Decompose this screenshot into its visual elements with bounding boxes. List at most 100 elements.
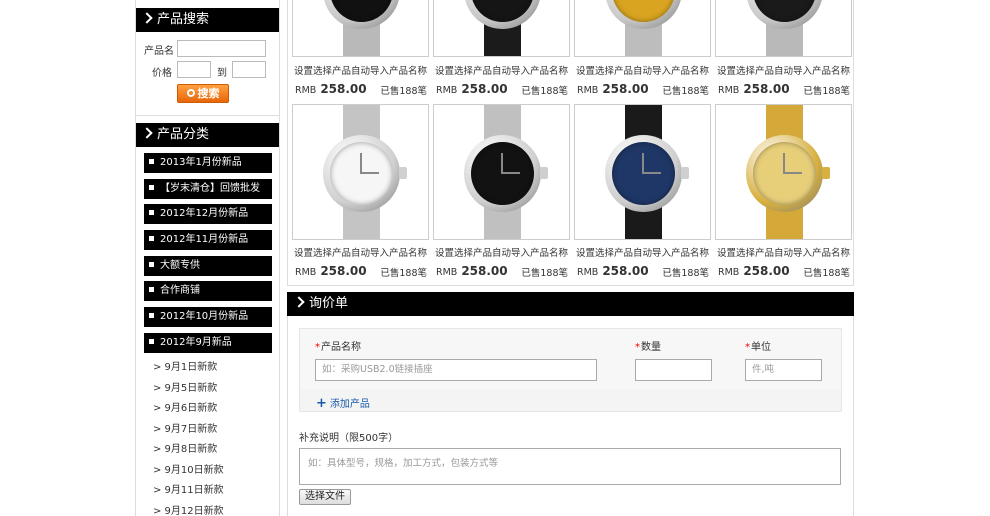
product-price: RMB 258.00 bbox=[577, 82, 649, 96]
left-sidebar: 产品搜索 产品名 价格 到 搜索 产品分类 2013年1月份新品 【岁末清仓】回… bbox=[135, 0, 280, 516]
subcategory-list: > 9月1日新款 > 9月5日新款 > 9月6日新款 > 9月7日新款 > 9月… bbox=[153, 358, 273, 516]
product-price: RMB 258.00 bbox=[295, 82, 367, 96]
category-panel-header: 产品分类 bbox=[136, 123, 279, 147]
sold-count: 已售188笔 bbox=[662, 86, 709, 97]
category-item[interactable]: 2012年11月份新品 bbox=[144, 230, 272, 251]
product-name-link[interactable]: 设置选择产品自动导入产品名称 bbox=[433, 245, 570, 259]
price-currency: RMB bbox=[436, 85, 458, 96]
watch-illustration bbox=[434, 0, 569, 56]
category-item[interactable]: 合作商铺 bbox=[144, 281, 272, 302]
choose-file-button[interactable]: 选择文件 bbox=[299, 489, 351, 505]
product-image[interactable] bbox=[433, 104, 570, 240]
subcategory-link[interactable]: > 9月7日新款 bbox=[153, 420, 273, 441]
watch-hand bbox=[502, 172, 520, 174]
watch-hand bbox=[784, 172, 802, 174]
category-item-label: 2012年12月份新品 bbox=[160, 208, 249, 220]
product-name-link[interactable]: 设置选择产品自动导入产品名称 bbox=[433, 63, 570, 77]
add-product-link[interactable]: + 添加产品 bbox=[316, 395, 370, 411]
watch-hand bbox=[361, 172, 379, 174]
chevron-right-icon bbox=[293, 296, 305, 308]
product-price: RMB 258.00 bbox=[718, 82, 790, 96]
square-bullet-icon bbox=[149, 210, 154, 216]
price-min-input[interactable] bbox=[177, 61, 211, 78]
price-currency: RMB bbox=[295, 267, 317, 278]
watch-illustration bbox=[575, 0, 710, 56]
price-max-input[interactable] bbox=[232, 61, 266, 78]
product-image[interactable] bbox=[292, 104, 429, 240]
product-name-link[interactable]: 设置选择产品自动导入产品名称 bbox=[292, 245, 429, 259]
category-panel-title: 产品分类 bbox=[157, 127, 210, 142]
inquiry-quantity-input[interactable] bbox=[635, 359, 712, 381]
watch-illustration bbox=[716, 0, 851, 56]
category-item[interactable]: 2012年10月份新品 bbox=[144, 307, 272, 328]
price-value: 258.00 bbox=[743, 82, 790, 96]
product-name-link[interactable]: 设置选择产品自动导入产品名称 bbox=[715, 63, 852, 77]
product-name-link[interactable]: 设置选择产品自动导入产品名称 bbox=[574, 245, 711, 259]
price-value: 258.00 bbox=[461, 264, 508, 278]
subcategory-link[interactable]: > 9月11日新款 bbox=[153, 481, 273, 502]
sold-count: 已售188笔 bbox=[380, 268, 427, 279]
product-name-link[interactable]: 设置选择产品自动导入产品名称 bbox=[715, 245, 852, 259]
price-value: 258.00 bbox=[602, 82, 649, 96]
search-button-label: 搜索 bbox=[197, 87, 220, 100]
product-price: RMB 258.00 bbox=[718, 264, 790, 278]
subcategory-link[interactable]: > 9月8日新款 bbox=[153, 440, 273, 461]
watch-crown bbox=[822, 167, 830, 179]
product-name-input[interactable] bbox=[177, 40, 266, 57]
inquiry-title: 询价单 bbox=[309, 296, 349, 311]
square-bullet-icon bbox=[149, 159, 154, 164]
unit-field-label: *单位 bbox=[745, 338, 771, 353]
price-label: 价格 bbox=[152, 68, 172, 79]
subcategory-link[interactable]: > 9月6日新款 bbox=[153, 399, 273, 420]
label-text: 数量 bbox=[641, 342, 661, 353]
product-image[interactable] bbox=[715, 104, 852, 240]
product-image[interactable] bbox=[574, 0, 711, 57]
note-label: 补充说明（限500字） bbox=[299, 433, 399, 444]
subcategory-link[interactable]: > 9月1日新款 bbox=[153, 358, 273, 379]
category-list: 2013年1月份新品 【岁末清仓】回馈批发 2012年12月份新品 2012年1… bbox=[144, 153, 272, 359]
product-image[interactable] bbox=[715, 0, 852, 57]
price-currency: RMB bbox=[718, 267, 740, 278]
square-bullet-icon bbox=[149, 338, 154, 344]
category-item[interactable]: 2012年12月份新品 bbox=[144, 204, 272, 225]
price-currency: RMB bbox=[436, 267, 458, 278]
product-name-link[interactable]: 设置选择产品自动导入产品名称 bbox=[292, 63, 429, 77]
product-image[interactable] bbox=[574, 104, 711, 240]
note-textarea[interactable]: 如：具体型号，规格，加工方式，包装方式等 bbox=[299, 448, 841, 485]
product-image[interactable] bbox=[433, 0, 570, 57]
price-currency: RMB bbox=[577, 85, 599, 96]
watch-illustration bbox=[716, 105, 851, 239]
product-name-field-label: *产品名称 bbox=[315, 338, 361, 353]
category-item-label: 2013年1月份新品 bbox=[160, 157, 242, 168]
subcategory-link[interactable]: > 9月5日新款 bbox=[153, 379, 273, 400]
search-panel: 产品名 价格 到 搜索 bbox=[136, 32, 279, 116]
inquiry-header: 询价单 bbox=[287, 292, 854, 316]
watch-hand bbox=[360, 153, 362, 174]
category-item[interactable]: 2012年9月新品 bbox=[144, 332, 272, 353]
watch-illustration bbox=[434, 105, 569, 239]
category-item[interactable]: 2013年1月份新品 bbox=[144, 153, 272, 173]
inquiry-product-name-input[interactable]: 如：采购USB2.0链接插座 bbox=[315, 359, 597, 381]
subcategory-link[interactable]: > 9月10日新款 bbox=[153, 461, 273, 482]
plus-icon: + bbox=[316, 396, 327, 411]
inquiry-unit-input[interactable]: 件,吨 bbox=[745, 359, 822, 381]
quantity-field-label: *数量 bbox=[635, 338, 661, 353]
price-value: 258.00 bbox=[320, 264, 367, 278]
label-text: 产品名称 bbox=[321, 342, 361, 353]
price-currency: RMB bbox=[718, 85, 740, 96]
subcategory-link[interactable]: > 9月12日新款 bbox=[153, 502, 273, 516]
product-image[interactable] bbox=[292, 0, 429, 57]
category-item[interactable]: 大额专供 bbox=[144, 255, 272, 276]
price-value: 258.00 bbox=[320, 82, 367, 96]
chevron-right-icon bbox=[141, 127, 153, 139]
category-item-label: 合作商铺 bbox=[160, 285, 200, 297]
price-value: 258.00 bbox=[461, 82, 508, 96]
category-item[interactable]: 【岁末清仓】回馈批发 bbox=[144, 178, 272, 199]
sold-count: 已售188笔 bbox=[521, 268, 568, 279]
price-value: 258.00 bbox=[743, 264, 790, 278]
required-mark: * bbox=[315, 342, 320, 353]
sold-count: 已售188笔 bbox=[662, 268, 709, 279]
search-button[interactable]: 搜索 bbox=[177, 84, 229, 103]
product-name-link[interactable]: 设置选择产品自动导入产品名称 bbox=[574, 63, 711, 77]
watch-hand bbox=[642, 153, 644, 174]
